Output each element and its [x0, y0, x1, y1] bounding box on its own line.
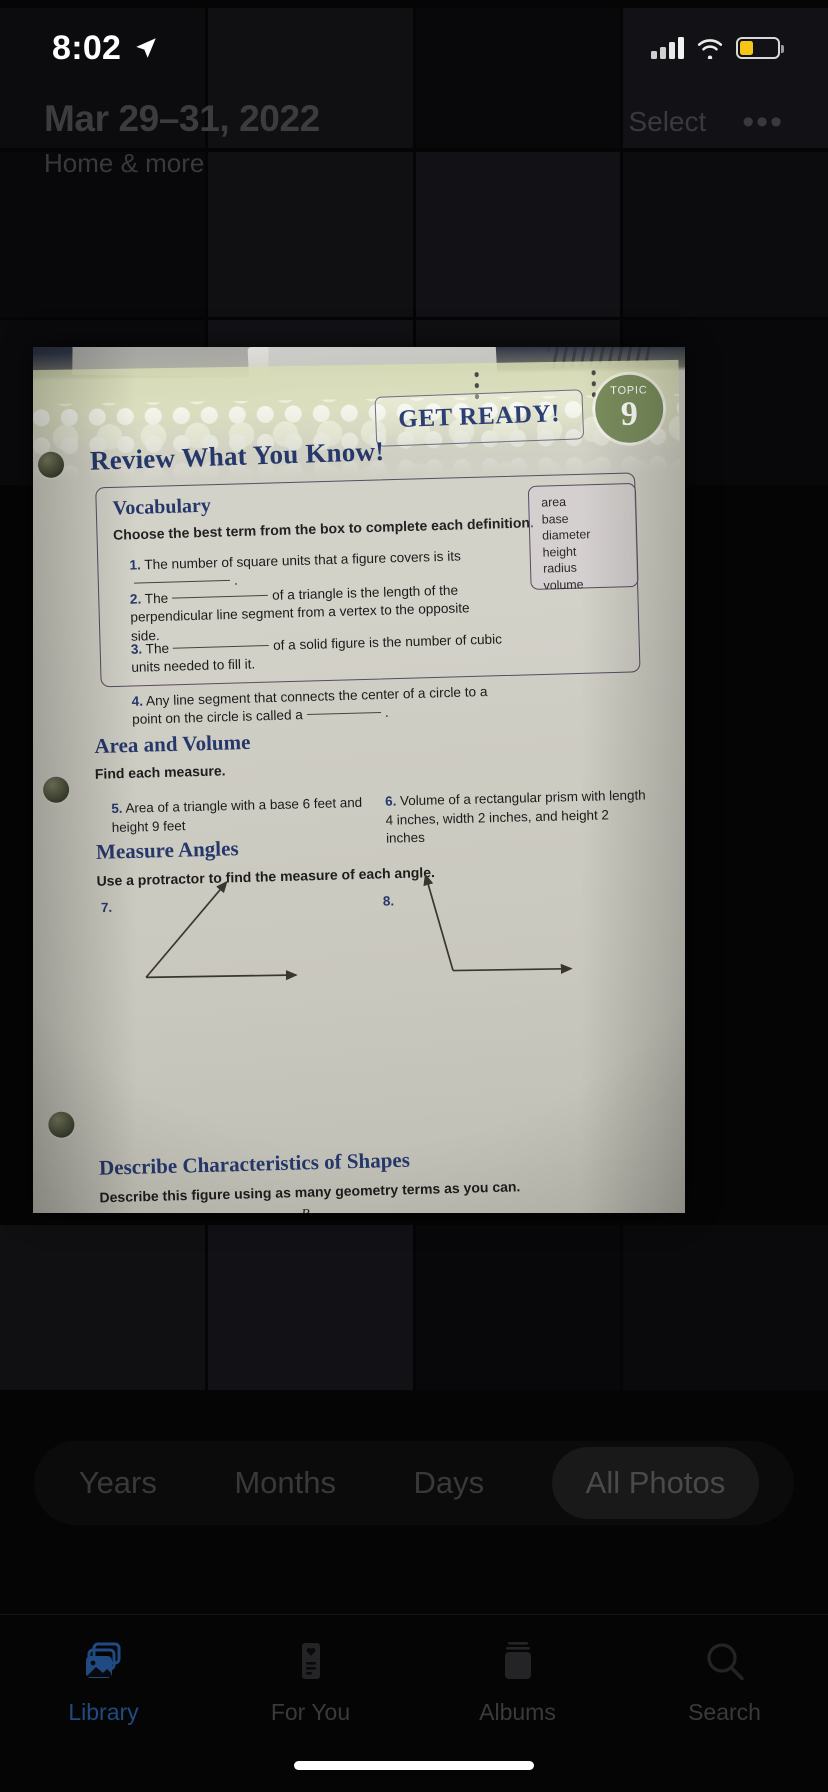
item-number: 5. [111, 800, 123, 817]
item-number: 6. [384, 793, 397, 809]
for-you-card-icon [288, 1639, 334, 1685]
item-number: 2. [129, 591, 142, 607]
location-subtitle: Home & more [44, 148, 205, 178]
battery-icon [736, 37, 784, 59]
answer-blank[interactable] [172, 594, 269, 599]
tab-albums[interactable]: Albums [414, 1639, 621, 1726]
photo-stack-icon [81, 1639, 127, 1685]
item-number: 1. [129, 557, 142, 573]
item-number: 7. [100, 899, 113, 916]
status-bar-left: 8:02 [52, 29, 159, 68]
vocabulary-item: 4. Any line segment that connects the ce… [131, 682, 520, 730]
segment-days[interactable]: Days [404, 1447, 495, 1519]
item-number: 3. [130, 641, 143, 657]
tab-search-label: Search [688, 1699, 761, 1725]
area-volume-instruction: Find each measure. [94, 762, 226, 782]
tab-for-you-label: For You [270, 1699, 351, 1725]
tab-albums-label: Albums [479, 1699, 556, 1725]
item-text: The [145, 640, 170, 657]
angle-problem-number: 7. [101, 899, 113, 918]
albums-icon [495, 1639, 541, 1685]
answer-blank[interactable] [133, 580, 230, 584]
status-bar-time: 8:02 [52, 28, 122, 67]
area-volume-problem: 6. Volume of a rectangular prism with le… [385, 786, 651, 848]
home-indicator[interactable] [294, 1761, 534, 1770]
vocabulary-heading: Vocabulary [112, 494, 212, 520]
segment-years[interactable]: Years [69, 1447, 167, 1519]
segment-all-photos[interactable]: All Photos [551, 1447, 760, 1519]
photos-view-selector: Years Months Days All Photos [0, 1436, 828, 1530]
tab-library[interactable]: Library [0, 1639, 207, 1726]
item-number: 4. [131, 693, 144, 709]
status-bar-right [651, 37, 784, 59]
item-text-after: . [384, 705, 389, 721]
background-thumbnail [623, 1225, 828, 1390]
photos-header: Mar 29–31, 2022 Home & more Select ••• [0, 98, 828, 179]
select-button[interactable]: Select [628, 106, 706, 138]
answer-blank[interactable] [173, 645, 270, 649]
vertex-label-b: B [301, 1207, 310, 1213]
item-text: Volume of a rectangular prism with lengt… [385, 787, 646, 846]
tab-library-label: Library [68, 1699, 139, 1725]
angle-figure-7 [145, 880, 298, 981]
item-text-after: . [233, 573, 238, 589]
search-icon [702, 1639, 748, 1685]
rectangle-figure: 9. A B C D 90° 90° 90° 90° [125, 1207, 358, 1213]
vocabulary-word-box: area base diameter height radius volume [527, 482, 639, 593]
angle-figure-8 [423, 873, 573, 974]
word-box-term: volume [543, 576, 584, 593]
location-arrow-icon [136, 38, 156, 58]
segment-months[interactable]: Months [224, 1447, 346, 1519]
date-range-title: Mar 29–31, 2022 [44, 98, 320, 139]
area-volume-heading: Area and Volume [94, 729, 251, 758]
shapes-heading: Describe Characteristics of Shapes [98, 1147, 411, 1180]
background-thumbnail [207, 1225, 413, 1390]
status-bar: 8:02 [0, 0, 828, 96]
wifi-icon [697, 39, 723, 59]
shapes-instruction: Describe this figure using as many geome… [99, 1178, 521, 1206]
background-photo-row [0, 1225, 828, 1390]
area-volume-problem: 5. Area of a triangle with a base 6 feet… [111, 794, 367, 837]
item-text: Area of a triangle with a base 6 feet an… [111, 794, 363, 835]
tab-for-you[interactable]: For You [207, 1639, 414, 1726]
answer-blank[interactable] [306, 712, 381, 716]
signal-bars-icon [651, 37, 684, 59]
item-text: The [144, 590, 169, 607]
item-text: Any line segment that connects the cente… [131, 683, 488, 728]
tab-search[interactable]: Search [621, 1639, 828, 1726]
background-thumbnail [415, 1225, 621, 1390]
more-options-button[interactable]: ••• [742, 104, 784, 139]
background-thumbnail [0, 1225, 205, 1390]
worksheet-photo[interactable]: GET READY! TOPIC 9 Review What You Know!… [33, 347, 685, 1213]
page-title: Review What You Know! [89, 436, 385, 476]
